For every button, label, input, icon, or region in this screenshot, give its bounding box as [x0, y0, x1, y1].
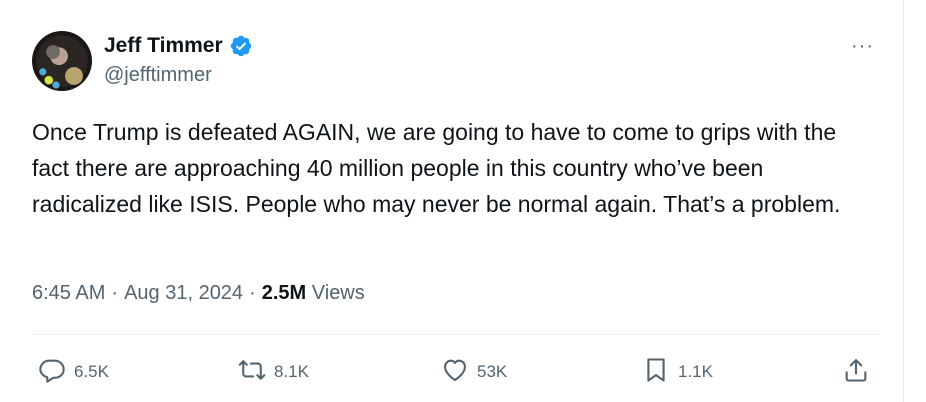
retweet-count: 8.1K	[274, 362, 309, 381]
more-options-icon[interactable]: ···	[851, 36, 874, 56]
tweet-date[interactable]: Aug 31, 2024	[124, 282, 243, 305]
heart-icon	[441, 356, 469, 389]
tweet-card: Jeff Timmer @jefftimmer ··· Once Trump i…	[0, 0, 904, 402]
reply-count: 6.5K	[74, 362, 109, 381]
reply-button[interactable]: 6.5K	[38, 352, 109, 392]
meta-separator: ·	[249, 282, 256, 304]
tweet-text: Once Trump is defeated AGAIN, we are goi…	[32, 119, 841, 217]
bookmark-button[interactable]: 1.1K	[642, 352, 713, 392]
divider	[32, 334, 880, 335]
avatar[interactable]	[32, 31, 92, 91]
share-icon	[842, 356, 870, 389]
like-button[interactable]: 53K	[441, 352, 507, 392]
meta-separator: ·	[111, 282, 119, 304]
author-name[interactable]: Jeff Timmer	[104, 34, 223, 58]
share-button[interactable]	[842, 352, 870, 392]
author-handle[interactable]: @jefftimmer	[104, 64, 212, 87]
tweet-time[interactable]: 6:45 AM	[32, 282, 105, 305]
retweet-button[interactable]: 8.1K	[238, 352, 309, 392]
tweet-meta: 6:45 AM · Aug 31, 2024 · 2.5M Views	[32, 282, 365, 305]
action-bar: 6.5K 8.1K 53K 1.1K	[0, 352, 904, 392]
views-label: Views	[311, 282, 365, 304]
retweet-icon	[238, 356, 266, 389]
verified-badge-icon[interactable]	[229, 34, 253, 58]
like-count: 53K	[477, 362, 508, 381]
views-count: 2.5M	[261, 282, 307, 304]
reply-icon	[38, 356, 66, 389]
bookmark-icon	[642, 356, 670, 389]
bookmark-count: 1.1K	[678, 362, 713, 381]
author-row: Jeff Timmer	[104, 34, 253, 58]
